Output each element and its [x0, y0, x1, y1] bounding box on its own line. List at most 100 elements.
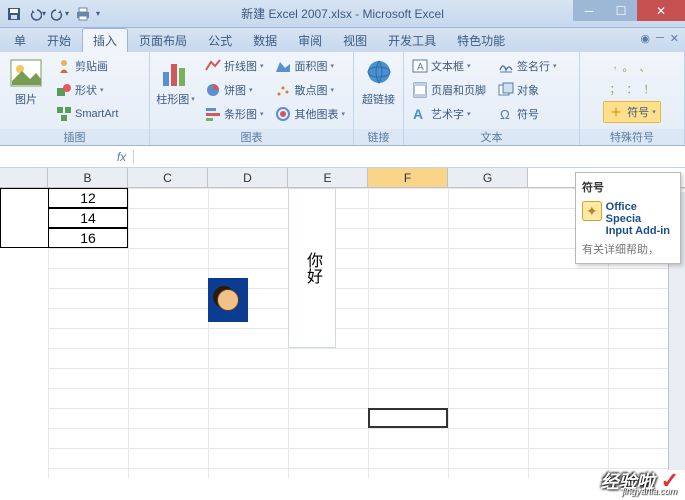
pie-chart-icon [205, 82, 221, 98]
ribbon: 图片 剪贴画 形状▾ SmartArt 插图 柱形图▾ 折线图▾ 饼图▾ 条形图… [0, 52, 685, 146]
col-header-b[interactable]: B [48, 168, 128, 187]
tooltip-title: 符号 [582, 179, 674, 195]
svg-text:Ω: Ω [500, 107, 510, 122]
area-chart-icon [275, 58, 291, 74]
signatureline-button[interactable]: 签名行▾ [494, 55, 561, 77]
textbox-button[interactable]: A文本框▾ [408, 55, 490, 77]
cell-b1[interactable]: 12 [48, 188, 128, 208]
shapes-icon [56, 82, 72, 98]
object-button[interactable]: 对象 [494, 79, 561, 101]
formula-bar: fx [0, 146, 685, 168]
symbol-sparkle-icon [608, 104, 624, 120]
embedded-picture[interactable] [208, 278, 248, 322]
window-title: 新建 Excel 2007.xlsx - Microsoft Excel [241, 5, 444, 22]
fx-icon[interactable]: fx [110, 150, 134, 164]
qat-dropdown[interactable]: ▾ [96, 9, 100, 18]
tab-home[interactable]: 开始 [37, 29, 81, 52]
picture-icon [10, 57, 42, 89]
bar-chart-button[interactable]: 条形图▾ [201, 103, 268, 125]
group-special-symbols: ,。、 ；：！ 符号▾ 特殊符号 [580, 52, 685, 145]
tooltip-icon: ✦ [582, 201, 602, 221]
tab-data[interactable]: 数据 [243, 29, 287, 52]
column-chart-icon [159, 57, 191, 89]
tab-review[interactable]: 审阅 [288, 29, 332, 52]
cartoon-face-icon [217, 289, 239, 311]
tab-dan[interactable]: 单 [4, 29, 36, 52]
other-chart-icon [275, 106, 291, 122]
symbol-button[interactable]: Ω符号 [494, 103, 561, 125]
object-icon [498, 82, 514, 98]
tooltip-body: Office Specia Input Add-in [606, 201, 674, 237]
col-header-g[interactable]: G [448, 168, 528, 187]
minimize-button[interactable]: ─ [573, 0, 605, 21]
group-label-text: 文本 [404, 129, 579, 145]
special-symbol-button[interactable]: 符号▾ [603, 101, 661, 123]
select-all-corner[interactable] [0, 168, 48, 187]
group-label-links: 链接 [354, 129, 403, 145]
group-charts: 柱形图▾ 折线图▾ 饼图▾ 条形图▾ 面积图▾ 散点图▾ 其他图表▾ 图表 [150, 52, 354, 145]
tab-view[interactable]: 视图 [333, 29, 377, 52]
clipart-button[interactable]: 剪贴画 [52, 55, 122, 77]
tooltip-help-text: 有关详细帮助， [582, 241, 674, 257]
wordart-button[interactable]: A艺术字▾ [408, 103, 490, 125]
hyperlink-icon [363, 57, 395, 89]
print-button[interactable] [73, 4, 93, 24]
col-header-d[interactable]: D [208, 168, 288, 187]
group-label-special: 特殊符号 [580, 129, 684, 145]
clipart-icon [56, 58, 72, 74]
maximize-button[interactable]: ☐ [605, 0, 637, 21]
window-controls: ─ ☐ ✕ [573, 0, 685, 21]
smartart-button[interactable]: SmartArt [52, 103, 122, 125]
group-label-illustrations: 插图 [0, 129, 149, 145]
quick-access-toolbar: ▾ ▾ ▾ [0, 4, 100, 24]
svg-text:A: A [413, 106, 423, 122]
row-header-border [0, 188, 48, 248]
signature-icon [498, 58, 514, 74]
titlebar: ▾ ▾ ▾ 新建 Excel 2007.xlsx - Microsoft Exc… [0, 0, 685, 28]
wordart-icon: A [412, 106, 428, 122]
tab-formulas[interactable]: 公式 [198, 29, 242, 52]
help-icon[interactable]: ◉ [640, 32, 650, 45]
headerfooter-button[interactable]: 页眉和页脚 [408, 79, 490, 101]
close-button[interactable]: ✕ [637, 0, 685, 21]
doc-close[interactable]: ✕ [670, 32, 679, 45]
headerfooter-icon [412, 82, 428, 98]
col-header-f[interactable]: F [368, 168, 448, 187]
watermark-sub: jingyanla.com [622, 486, 677, 496]
tab-devtools[interactable]: 开发工具 [378, 29, 446, 52]
picture-button[interactable]: 图片 [4, 55, 48, 107]
tab-pagelayout[interactable]: 页面布局 [129, 29, 197, 52]
other-chart-button[interactable]: 其他图表▾ [271, 103, 349, 125]
scatter-chart-button[interactable]: 散点图▾ [271, 79, 349, 101]
area-chart-button[interactable]: 面积图▾ [271, 55, 349, 77]
redo-button[interactable]: ▾ [50, 4, 70, 24]
line-chart-icon [205, 58, 221, 74]
active-cell[interactable] [368, 408, 448, 428]
line-chart-button[interactable]: 折线图▾ [201, 55, 268, 77]
ribbon-minimize[interactable]: ─ [656, 32, 664, 45]
cell-b3[interactable]: 16 [48, 228, 128, 248]
scatter-chart-icon [275, 82, 291, 98]
pie-chart-button[interactable]: 饼图▾ [201, 79, 268, 101]
hyperlink-button[interactable]: 超链接 [358, 55, 399, 107]
symbol-row-2: ；：！ [604, 77, 661, 97]
group-text: A文本框▾ 页眉和页脚 A艺术字▾ 签名行▾ 对象 Ω符号 文本 [404, 52, 580, 145]
col-header-e[interactable]: E [288, 168, 368, 187]
save-button[interactable] [4, 4, 24, 24]
group-links: 超链接 链接 [354, 52, 404, 145]
tab-special[interactable]: 特色功能 [447, 29, 515, 52]
group-illustrations: 图片 剪贴画 形状▾ SmartArt 插图 [0, 52, 150, 145]
omega-icon: Ω [498, 106, 514, 122]
smartart-icon [56, 106, 72, 122]
bar-chart-icon [205, 106, 221, 122]
shapes-button[interactable]: 形状▾ [52, 79, 122, 101]
tab-insert[interactable]: 插入 [82, 28, 128, 52]
symbol-row-1: ,。、 [607, 55, 656, 75]
textbox-icon: A [412, 58, 428, 74]
cell-b2[interactable]: 14 [48, 208, 128, 228]
undo-button[interactable]: ▾ [27, 4, 47, 24]
svg-text:A: A [417, 62, 424, 73]
col-header-c[interactable]: C [128, 168, 208, 187]
vertical-textbox[interactable]: 你好 [288, 188, 336, 348]
column-chart-button[interactable]: 柱形图▾ [154, 55, 197, 107]
